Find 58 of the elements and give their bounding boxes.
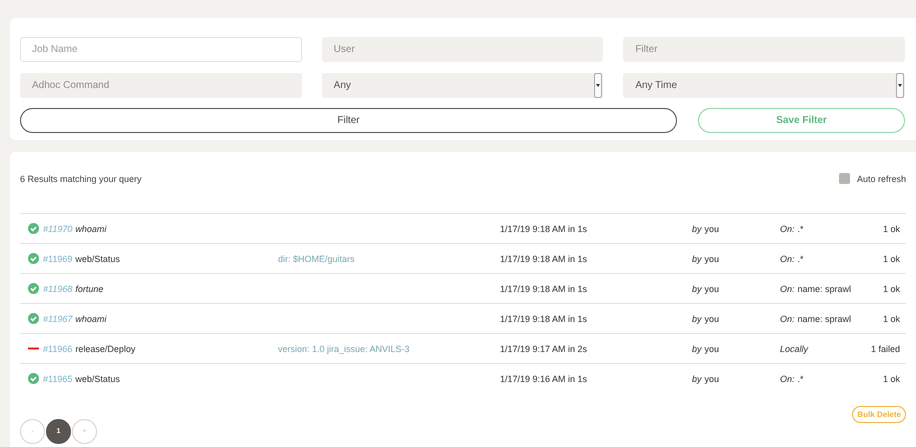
job-name: web/Status bbox=[75, 254, 120, 264]
user-name: you bbox=[704, 314, 720, 324]
select-field[interactable]: Any bbox=[322, 73, 604, 98]
node-label: Locally bbox=[780, 344, 808, 354]
execution-time: 1/17/19 9:17 AM in 2s bbox=[500, 344, 588, 354]
filter-button[interactable]: Filter bbox=[20, 108, 677, 133]
results-count: 6 Results matching your query bbox=[20, 174, 142, 184]
user-name: you bbox=[704, 254, 720, 264]
job-name: whoami bbox=[75, 224, 106, 234]
job-name: web/Status bbox=[75, 374, 120, 384]
job-options: version: 1.0 jira_issue: ANVILS-3 bbox=[278, 344, 410, 354]
execution-time: 1/17/19 9:18 AM in 1s bbox=[500, 254, 588, 264]
auto-refresh-checkbox[interactable] bbox=[838, 173, 850, 184]
user-name: you bbox=[704, 284, 720, 294]
execution-link[interactable]: #11965 bbox=[43, 374, 72, 384]
node-label: On: bbox=[780, 284, 795, 294]
execution-time: 1/17/19 9:18 AM in 1s bbox=[500, 224, 588, 234]
user-name: you bbox=[704, 344, 720, 354]
result-count: 1 ok bbox=[882, 374, 900, 384]
save-filter-button[interactable]: Save Filter bbox=[698, 108, 905, 133]
auto-refresh-label: Auto refresh bbox=[856, 174, 906, 184]
by-label: by bbox=[692, 314, 702, 324]
execution-time: 1/17/19 9:18 AM in 1s bbox=[500, 314, 588, 324]
result-count: 1 ok bbox=[882, 254, 900, 264]
job-options: dir: $HOME/guitars bbox=[278, 254, 355, 264]
node-label: On: bbox=[780, 374, 795, 384]
bulk-delete-button[interactable]: Bulk Delete bbox=[852, 406, 906, 423]
result-count: 1 ok bbox=[882, 224, 900, 234]
node-filter: name: sprawl bbox=[798, 284, 852, 294]
job-name: whoami bbox=[75, 314, 106, 324]
execution-time: 1/17/19 9:18 AM in 1s bbox=[500, 284, 588, 294]
input-field[interactable]: Job Name bbox=[20, 37, 302, 62]
user-name: you bbox=[704, 224, 720, 234]
node-filter: name: sprawl bbox=[798, 314, 852, 324]
user-name: you bbox=[704, 374, 720, 384]
node-filter: .* bbox=[798, 254, 804, 264]
result-count: 1 ok bbox=[882, 284, 900, 294]
node-label: On: bbox=[780, 224, 795, 234]
execution-link[interactable]: #11968 bbox=[43, 284, 72, 294]
result-count: 1 failed bbox=[870, 344, 900, 354]
by-label: by bbox=[692, 374, 702, 384]
job-name: release/Deploy bbox=[75, 344, 136, 354]
result-count: 1 ok bbox=[882, 314, 900, 324]
node-filter: .* bbox=[798, 224, 804, 234]
node-label: On: bbox=[780, 314, 795, 324]
by-label: by bbox=[692, 224, 702, 234]
select-field[interactable]: Any Time bbox=[623, 73, 905, 98]
by-label: by bbox=[692, 254, 702, 264]
job-name: fortune bbox=[75, 284, 104, 294]
node-label: On: bbox=[780, 254, 795, 264]
execution-time: 1/17/19 9:16 AM in 1s bbox=[500, 374, 588, 384]
execution-link[interactable]: #11966 bbox=[43, 344, 72, 354]
node-filter: .* bbox=[798, 374, 804, 384]
execution-link[interactable]: #11967 bbox=[43, 314, 72, 324]
execution-link[interactable]: #11969 bbox=[43, 254, 72, 264]
execution-link[interactable]: #11970 bbox=[43, 224, 72, 234]
by-label: by bbox=[692, 284, 702, 294]
by-label: by bbox=[692, 344, 702, 354]
